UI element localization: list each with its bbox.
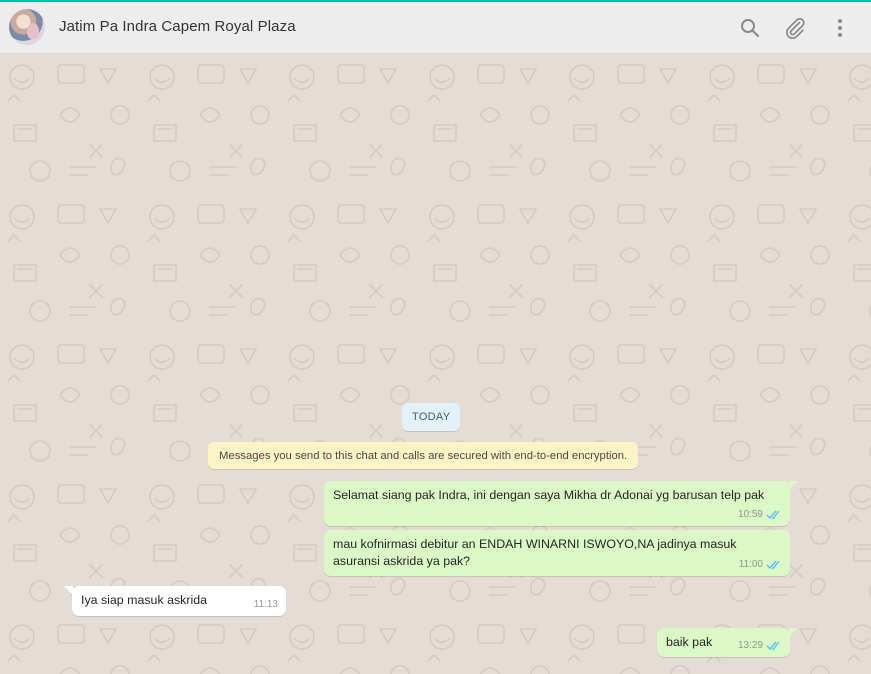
message-bubble-outgoing[interactable]: mau kofnirmasi debitur an ENDAH WINARNI … <box>324 530 790 576</box>
message-time: 10:59 <box>737 509 763 520</box>
message-time: 11:00 <box>738 559 763 570</box>
contact-name[interactable]: Jatim Pa Indra Capem Royal Plaza <box>59 18 296 35</box>
message-bubble-incoming[interactable]: Iya siap masuk askrida 11:13 <box>64 586 286 616</box>
read-receipt-icon <box>766 510 780 520</box>
menu-icon[interactable] <box>828 16 852 40</box>
message-meta: 13:29 <box>738 637 782 654</box>
message-meta: 11:00 <box>739 556 782 573</box>
bubble-tail <box>789 628 798 637</box>
attach-icon[interactable] <box>783 16 807 40</box>
message-bubble-outgoing[interactable]: Selamat siang pak Indra, ini dengan saya… <box>324 481 798 526</box>
message-text: mau kofnirmasi debitur an ENDAH WINARNI … <box>333 536 737 570</box>
message-text: Selamat siang pak Indra, ini dengan saya… <box>333 488 765 502</box>
message-text: Iya siap masuk askrida <box>81 593 208 607</box>
message-bubble-outgoing[interactable]: baik pak 13:29 <box>657 628 798 657</box>
read-receipt-icon <box>766 641 780 651</box>
chat-area[interactable]: TODAY Messages you send to this chat and… <box>0 55 871 674</box>
bubble-tail <box>789 481 798 490</box>
chat-header: Jatim Pa Indra Capem Royal Plaza <box>0 2 871 54</box>
message-line: asuransi askrida ya pak? <box>333 554 471 568</box>
message-meta: 10:59 <box>738 506 782 523</box>
chat-wallpaper <box>0 55 871 674</box>
encryption-notice[interactable]: Messages you send to this chat and calls… <box>208 442 639 469</box>
contact-avatar[interactable] <box>9 9 45 45</box>
search-icon[interactable] <box>738 16 762 40</box>
bubble-tail <box>64 586 73 595</box>
read-receipt-icon <box>766 560 780 570</box>
message-text: baik pak <box>666 635 713 649</box>
message-time: 13:29 <box>737 640 763 651</box>
day-separator: TODAY <box>402 403 461 431</box>
message-line: mau kofnirmasi debitur an ENDAH WINARNI … <box>333 537 737 551</box>
message-time: 11:13 <box>253 599 278 610</box>
message-meta: 11:13 <box>254 596 278 613</box>
